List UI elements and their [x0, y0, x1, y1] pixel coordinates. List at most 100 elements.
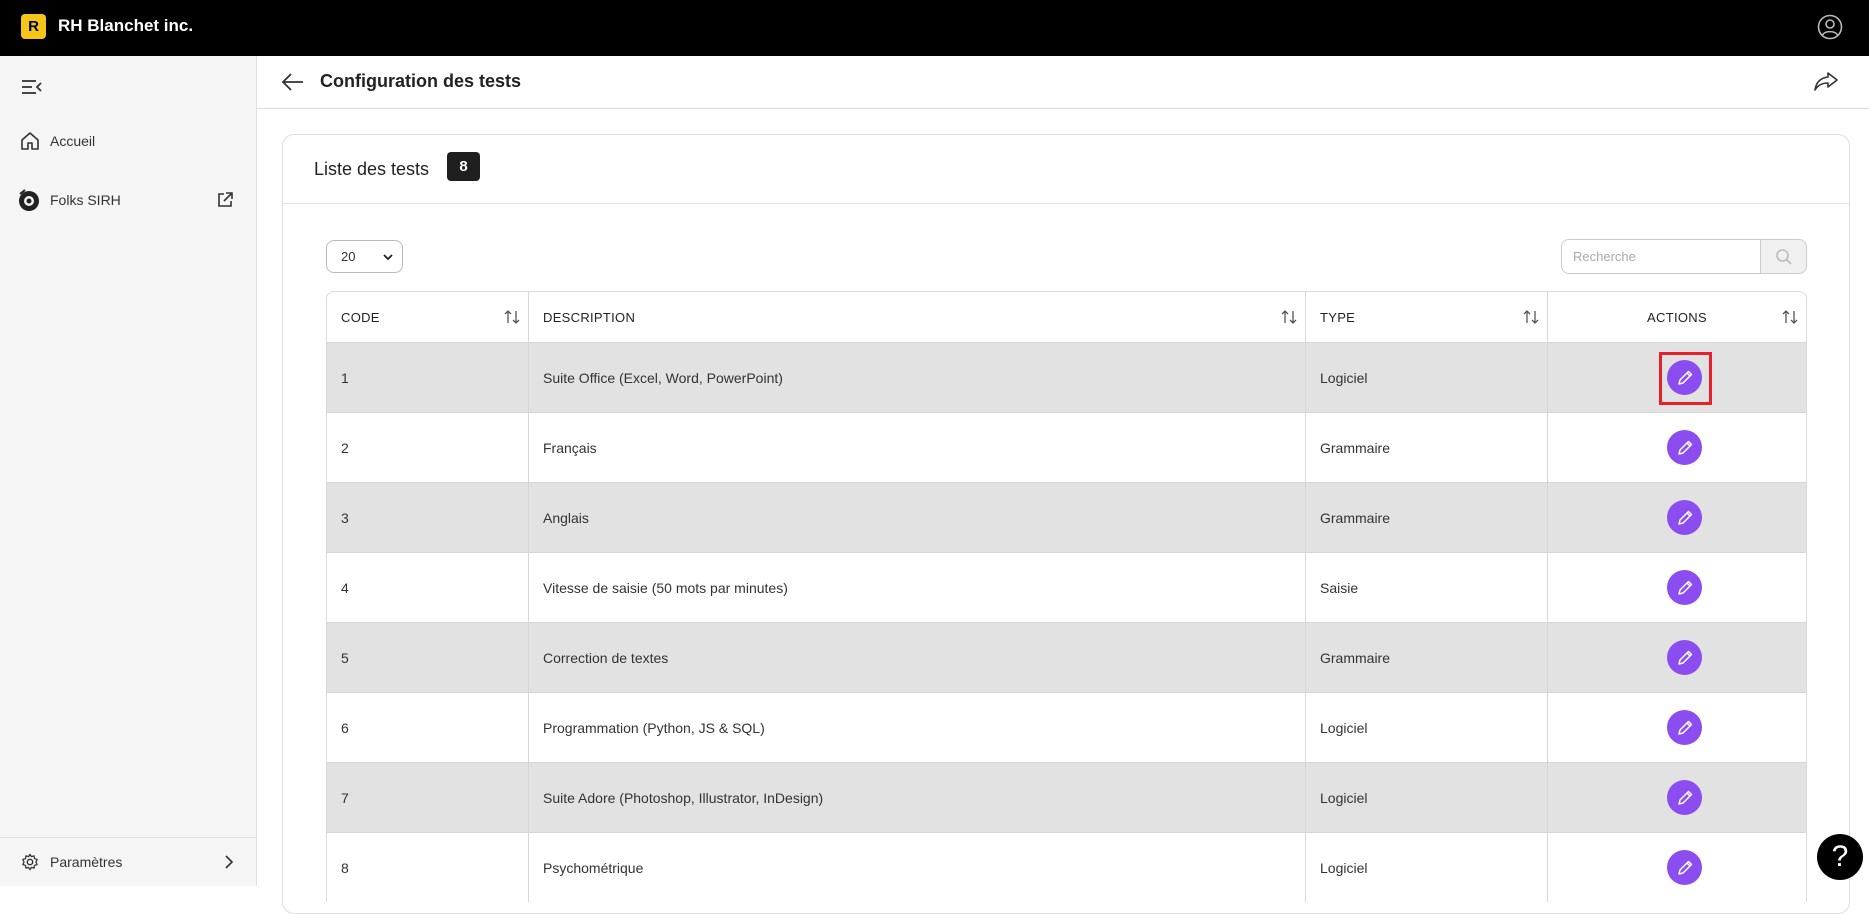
- cell-code-text: 8: [341, 859, 349, 876]
- sort-icon[interactable]: [504, 309, 520, 325]
- cell-description: Psychométrique: [529, 833, 1306, 902]
- collapse-menu-icon[interactable]: [21, 78, 43, 96]
- pencil-icon: [1677, 580, 1692, 595]
- sidebar-item-parametres[interactable]: Paramètres: [0, 842, 257, 882]
- cell-type: Logiciel: [1306, 763, 1548, 832]
- cell-description-text: Suite Office (Excel, Word, PowerPoint): [543, 369, 783, 386]
- cell-actions: [1548, 763, 1806, 832]
- cell-description-text: Suite Adore (Photoshop, Illustrator, InD…: [543, 789, 824, 806]
- edit-button[interactable]: [1667, 570, 1702, 605]
- cell-type: Logiciel: [1306, 833, 1548, 902]
- user-account-icon[interactable]: [1817, 14, 1843, 40]
- sidebar-item-label: Folks SIRH: [50, 192, 121, 208]
- cell-type-text: Logiciel: [1320, 859, 1368, 876]
- cell-type: Logiciel: [1306, 693, 1548, 762]
- column-header-label: CODE: [341, 309, 380, 325]
- sort-icon[interactable]: [1281, 309, 1297, 325]
- edit-button[interactable]: [1667, 850, 1702, 885]
- cell-code-text: 7: [341, 789, 349, 806]
- cell-code-text: 4: [341, 579, 349, 596]
- search-button[interactable]: [1760, 239, 1807, 274]
- tests-table: CODE DESCRIPTION TYPE ACTIONS 1 Suite Of…: [326, 291, 1807, 902]
- cell-type: Grammaire: [1306, 483, 1548, 552]
- sort-icon[interactable]: [1782, 309, 1798, 325]
- sidebar-item-accueil[interactable]: Accueil: [0, 121, 257, 161]
- table-header-row: CODE DESCRIPTION TYPE ACTIONS: [327, 292, 1806, 342]
- column-header-description[interactable]: DESCRIPTION: [529, 292, 1306, 342]
- pencil-icon: [1677, 790, 1692, 805]
- cell-description-text: Anglais: [543, 509, 589, 526]
- search-input[interactable]: [1561, 239, 1760, 274]
- cell-description-text: Programmation (Python, JS & SQL): [543, 719, 765, 736]
- cell-code: 6: [327, 693, 529, 762]
- top-bar: R RH Blanchet inc.: [0, 0, 1869, 56]
- sidebar-settings[interactable]: Paramètres: [0, 837, 257, 886]
- page-size-select[interactable]: 20: [326, 240, 403, 273]
- pencil-icon: [1677, 510, 1692, 525]
- column-header-type[interactable]: TYPE: [1306, 292, 1548, 342]
- table-row: 7 Suite Adore (Photoshop, Illustrator, In…: [327, 762, 1806, 832]
- cell-type-text: Logiciel: [1320, 719, 1368, 736]
- cell-type-text: Logiciel: [1320, 789, 1368, 806]
- cell-type: Grammaire: [1306, 413, 1548, 482]
- cell-code-text: 3: [341, 509, 349, 526]
- cell-type: Saisie: [1306, 553, 1548, 622]
- help-button[interactable]: ?: [1817, 834, 1863, 880]
- edit-button[interactable]: [1667, 780, 1702, 815]
- cell-code: 1: [327, 343, 529, 412]
- cell-description-text: Français: [543, 439, 597, 456]
- cell-type-text: Grammaire: [1320, 509, 1391, 526]
- cell-description: Vitesse de saisie (50 mots par minutes): [529, 553, 1306, 622]
- column-header-code[interactable]: CODE: [327, 292, 529, 342]
- cell-description: Suite Adore (Photoshop, Illustrator, InD…: [529, 763, 1306, 832]
- card-title: Liste des tests: [314, 159, 430, 179]
- back-arrow-icon[interactable]: [281, 70, 305, 94]
- main-content: Liste des tests 8 20 CODE: [257, 110, 1869, 914]
- home-icon: [21, 132, 39, 150]
- edit-button[interactable]: [1667, 430, 1702, 465]
- cell-description: Suite Office (Excel, Word, PowerPoint): [529, 343, 1306, 412]
- share-icon[interactable]: [1813, 69, 1839, 95]
- cell-description-text: Correction de textes: [543, 649, 669, 666]
- column-header-actions[interactable]: ACTIONS: [1548, 292, 1806, 342]
- external-link-icon[interactable]: [216, 191, 234, 209]
- cell-description: Correction de textes: [529, 623, 1306, 692]
- cell-type: Logiciel: [1306, 343, 1548, 412]
- cell-actions: [1548, 833, 1806, 902]
- app-title[interactable]: RH Blanchet inc.: [58, 16, 193, 36]
- app-logo[interactable]: R: [21, 14, 46, 39]
- pencil-icon: [1677, 860, 1692, 875]
- column-header-label: ACTIONS: [1647, 309, 1707, 325]
- cell-code-text: 2: [341, 439, 349, 456]
- cell-code: 7: [327, 763, 529, 832]
- card-header: Liste des tests 8: [283, 135, 1849, 204]
- cell-code: 4: [327, 553, 529, 622]
- cell-type-text: Grammaire: [1320, 649, 1391, 666]
- cell-code-text: 1: [341, 369, 349, 386]
- search-group: [1561, 239, 1807, 274]
- folks-icon: [19, 189, 39, 211]
- cell-actions: [1548, 553, 1806, 622]
- search-icon: [1775, 248, 1792, 265]
- cell-type-text: Saisie: [1320, 579, 1359, 596]
- cell-code: 5: [327, 623, 529, 692]
- page-title: Configuration des tests: [320, 71, 522, 91]
- cell-type-text: Grammaire: [1320, 439, 1391, 456]
- edit-button[interactable]: [1667, 710, 1702, 745]
- count-badge: 8: [447, 152, 480, 181]
- sidebar-item-label: Paramètres: [50, 854, 123, 870]
- table-body: 1 Suite Office (Excel, Word, PowerPoint) L…: [327, 342, 1806, 902]
- column-header-label: TYPE: [1320, 309, 1356, 325]
- edit-button[interactable]: [1667, 640, 1702, 675]
- cell-code: 2: [327, 413, 529, 482]
- cell-description: Français: [529, 413, 1306, 482]
- gear-icon: [22, 853, 38, 871]
- tests-card: Liste des tests 8 20 CODE: [282, 134, 1850, 914]
- cell-type-text: Logiciel: [1320, 369, 1368, 386]
- sidebar-item-folks-sirh[interactable]: Folks SIRH: [0, 180, 257, 220]
- cell-description: Programmation (Python, JS & SQL): [529, 693, 1306, 762]
- edit-button[interactable]: [1667, 500, 1702, 535]
- pencil-icon: [1677, 720, 1692, 735]
- sort-icon[interactable]: [1523, 309, 1539, 325]
- page-header: Configuration des tests: [257, 56, 1869, 109]
